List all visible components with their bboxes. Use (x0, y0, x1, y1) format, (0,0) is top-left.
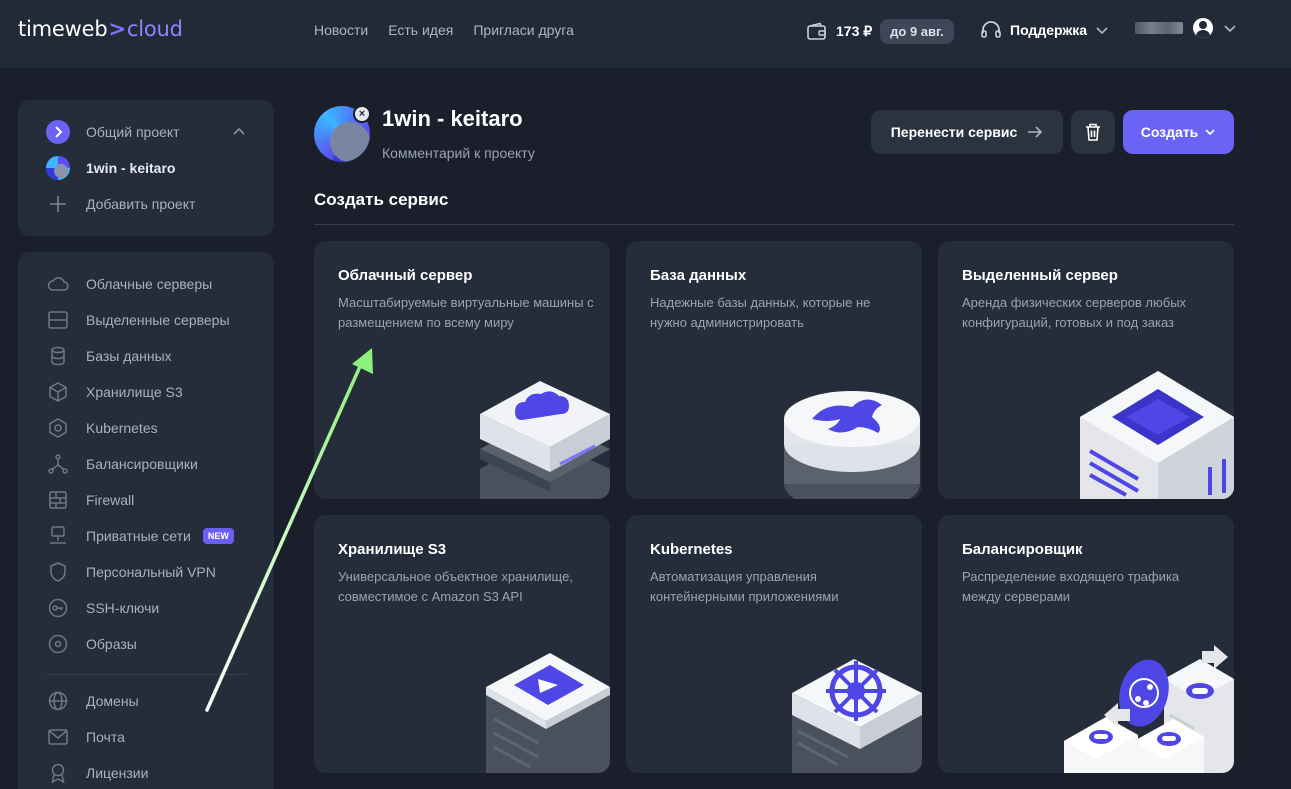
add-project-button[interactable]: Добавить проект (46, 192, 195, 216)
card-description: Масштабируемые виртуальные машины с разм… (338, 295, 594, 330)
project-current-label: 1win - keitaro (86, 160, 176, 176)
username-redacted (1135, 22, 1183, 34)
project-common[interactable]: Общий проект (46, 120, 180, 144)
chevron-down-icon (1205, 129, 1215, 136)
project-switcher: Общий проект 1win - keitaro Добавить про… (18, 100, 274, 236)
sidebar-item-kubernetes[interactable]: Kubernetes (46, 416, 158, 440)
headset-icon (981, 21, 1001, 38)
project-common-label: Общий проект (86, 124, 180, 140)
disc-icon (48, 634, 68, 654)
key-icon (48, 598, 68, 618)
card-title: Выделенный сервер (962, 267, 1118, 284)
move-service-button[interactable]: Перенести сервис (871, 110, 1063, 154)
card-description: Автоматизация управления контейнерными п… (650, 569, 839, 604)
plus-icon (50, 196, 66, 212)
support-menu[interactable]: Поддержка (980, 20, 1109, 40)
service-card-kubernetes[interactable]: Kubernetes Автоматизация управления конт… (626, 515, 922, 773)
balancer-icon (48, 454, 68, 474)
sidebar-menu: Облачные серверы Выделенные серверы Базы… (18, 252, 274, 789)
s3-storage-illustration (486, 653, 610, 773)
chevron-down-icon (1224, 25, 1236, 33)
card-title: Хранилище S3 (338, 541, 447, 558)
database-illustration (784, 391, 920, 499)
service-card-balancer[interactable]: Балансировщик Распределение входящего тр… (938, 515, 1234, 773)
card-title: База данных (650, 267, 747, 284)
network-icon (50, 526, 66, 544)
sidebar-item-cloud-servers[interactable]: Облачные серверы (46, 272, 212, 296)
service-card-dedicated-server[interactable]: Выделенный сервер Аренда физических серв… (938, 241, 1234, 499)
database-icon (51, 346, 65, 366)
trash-icon (1086, 123, 1100, 141)
kubernetes-illustration (792, 659, 922, 773)
chevron-down-icon (1096, 27, 1108, 35)
user-menu[interactable] (1135, 18, 1237, 38)
page-title: 1win - keitaro (382, 106, 523, 131)
balancer-illustration (1064, 645, 1234, 773)
service-card-cloud-server[interactable]: Облачный сервер Масштабируемые виртуальн… (314, 241, 610, 499)
project-current[interactable]: 1win - keitaro (46, 156, 175, 180)
sidebar-item-images[interactable]: Образы (46, 632, 137, 656)
top-nav: Новости Есть идея Пригласи друга (314, 22, 574, 38)
sidebar-item-firewall[interactable]: Firewall (46, 488, 134, 512)
nav-idea-link[interactable]: Есть идея (388, 22, 453, 38)
dedicated-server-illustration (1080, 371, 1234, 499)
sidebar-item-domains[interactable]: Домены (46, 689, 139, 713)
sidebar-item-dedicated-servers[interactable]: Выделенные серверы (46, 308, 230, 332)
balance-widget[interactable]: 173 ₽ до 9 авг. (806, 19, 954, 44)
card-description: Надежные базы данных, которые не нужно а… (650, 295, 871, 330)
server-icon (48, 311, 68, 329)
globe-icon (48, 691, 68, 711)
close-icon[interactable]: × (353, 105, 371, 123)
create-button[interactable]: Создать (1123, 110, 1234, 154)
service-card-database[interactable]: База данных Надежные базы данных, которы… (626, 241, 922, 499)
nav-invite-link[interactable]: Пригласи друга (473, 22, 574, 38)
top-bar: timeweb>cloud Новости Есть идея Пригласи… (0, 0, 1291, 68)
chevron-up-icon[interactable] (232, 126, 246, 136)
sidebar-item-databases[interactable]: Базы данных (46, 344, 172, 368)
card-title: Балансировщик (962, 541, 1083, 558)
card-title: Облачный сервер (338, 267, 473, 284)
card-title: Kubernetes (650, 541, 733, 558)
cloud-server-illustration (480, 381, 610, 499)
delete-project-button[interactable] (1071, 110, 1115, 154)
award-icon (51, 763, 65, 784)
shield-icon (50, 562, 66, 582)
section-divider (314, 224, 1234, 225)
wallet-icon (807, 22, 826, 40)
cloud-icon (47, 277, 69, 291)
firewall-icon (49, 491, 67, 509)
logo[interactable]: timeweb>cloud (18, 17, 183, 41)
sidebar-item-vpn[interactable]: Персональный VPN (46, 560, 216, 584)
add-project-label: Добавить проект (86, 196, 196, 212)
project-avatar-icon (46, 156, 70, 180)
cube-icon (49, 382, 67, 402)
user-avatar-icon (1193, 18, 1213, 38)
support-label: Поддержка (1010, 22, 1088, 38)
sidebar-item-private-networks[interactable]: Приватные сети NEW (46, 524, 234, 548)
sidebar-item-mail[interactable]: Почта (46, 725, 125, 749)
card-description: Универсальное объектное хранилище, совме… (338, 569, 573, 604)
chevron-right-circle-icon (46, 120, 70, 144)
card-description: Аренда физических серверов любых конфигу… (962, 295, 1187, 330)
card-description: Распределение входящего трафика между се… (962, 569, 1180, 604)
nav-news-link[interactable]: Новости (314, 22, 368, 38)
sidebar-item-licenses[interactable]: Лицензии (46, 761, 148, 785)
sidebar-item-balancers[interactable]: Балансировщики (46, 452, 198, 476)
service-card-s3[interactable]: Хранилище S3 Универсальное объектное хра… (314, 515, 610, 773)
balance-until-badge: до 9 авг. (880, 19, 954, 44)
sidebar-divider (46, 674, 246, 675)
sidebar-item-s3[interactable]: Хранилище S3 (46, 380, 183, 404)
sidebar-item-ssh-keys[interactable]: SSH-ключи (46, 596, 159, 620)
section-title: Создать сервис (314, 190, 449, 209)
arrow-right-icon (1028, 126, 1043, 138)
balance-amount: 173 ₽ (836, 23, 873, 39)
project-comment-link[interactable]: Комментарий к проекту (382, 145, 535, 161)
kubernetes-icon (49, 418, 67, 438)
new-badge: NEW (202, 528, 234, 544)
mail-icon (48, 729, 68, 745)
